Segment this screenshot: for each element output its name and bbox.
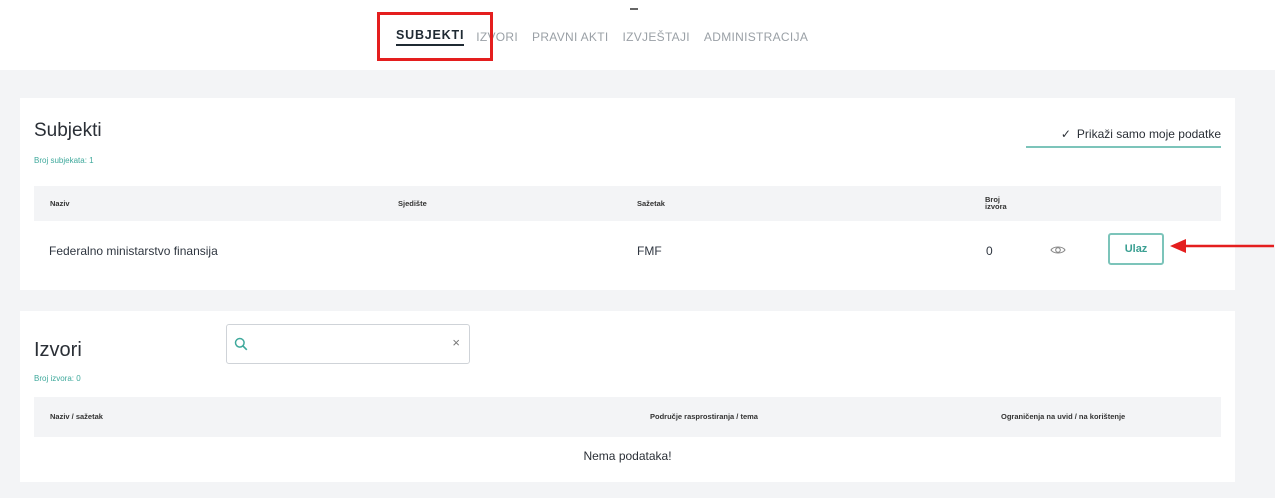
subjekti-count: Broj subjekata: 1 xyxy=(34,156,94,165)
subjekti-panel: Subjekti Broj subjekata: 1 ✓ Prikaži sam… xyxy=(20,98,1235,290)
my-data-filter-checkbox[interactable]: ✓ Prikaži samo moje podatke xyxy=(1026,122,1221,148)
ulaz-button[interactable]: Ulaz xyxy=(1108,233,1164,265)
empty-table-message: Nema podataka! xyxy=(583,449,672,463)
search-box: × xyxy=(226,324,470,364)
izvori-panel: Izvori Broj izvora: 0 × Naziv / sažetak … xyxy=(20,311,1235,482)
highlight-annotation-box xyxy=(377,12,493,61)
check-icon: ✓ xyxy=(1060,127,1071,141)
column-header-naziv-sazetak[interactable]: Naziv / sažetak xyxy=(50,413,103,421)
top-divider xyxy=(630,8,638,10)
red-arrow-annotation xyxy=(1170,239,1274,253)
subjekt-naziv: Federalno ministarstvo finansija xyxy=(49,244,218,258)
column-header-broj-izvora[interactable]: Broj izvora xyxy=(985,195,1013,212)
column-header-naziv[interactable]: Naziv xyxy=(50,199,70,208)
top-navigation-bar: SUBJEKTI IZVORI PRAVNI AKTI IZVJEŠTAJI A… xyxy=(0,0,1275,70)
nav-item-izvjestaji[interactable]: IZVJEŠTAJI xyxy=(622,30,689,44)
table-row: Federalno ministarstvo finansija FMF 0 U… xyxy=(34,233,1221,266)
subjekti-table-header: Naziv Sjedište Sažetak Broj izvora xyxy=(34,186,1221,221)
column-header-sazetak[interactable]: Sažetak xyxy=(637,199,665,208)
column-header-ogranicenja[interactable]: Ograničenja na uvid / na korištenje xyxy=(1001,413,1141,421)
izvori-table-header: Naziv / sažetak Područje rasprostiranja … xyxy=(34,397,1221,437)
search-icon xyxy=(234,337,248,351)
search-input[interactable] xyxy=(255,333,445,357)
subjekt-sazetak: FMF xyxy=(637,244,662,258)
eye-icon[interactable] xyxy=(1050,242,1066,258)
subjekt-broj-izvora: 0 xyxy=(986,244,993,258)
nav-item-administracija[interactable]: ADMINISTRACIJA xyxy=(704,30,808,44)
close-icon[interactable]: × xyxy=(452,335,460,350)
my-data-filter-label: Prikaži samo moje podatke xyxy=(1076,127,1221,141)
subjekti-title: Subjekti xyxy=(34,120,102,141)
izvori-title: Izvori xyxy=(34,339,82,361)
column-header-sjediste[interactable]: Sjedište xyxy=(398,199,427,208)
nav-item-pravni-akti[interactable]: PRAVNI AKTI xyxy=(532,30,608,44)
column-header-podrucje[interactable]: Područje rasprostiranja / tema xyxy=(650,413,758,421)
izvori-count: Broj izvora: 0 xyxy=(34,374,81,383)
